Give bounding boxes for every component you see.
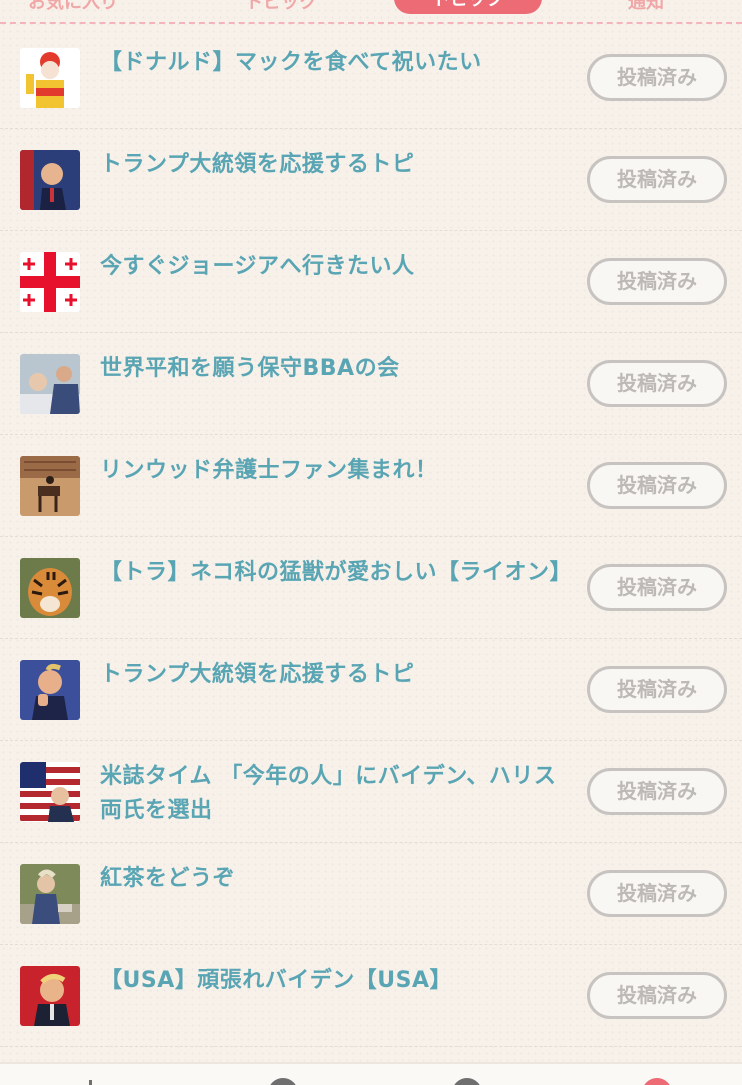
list-item[interactable]: 【ドナルド】マックを食べて祝いたい 投稿済み <box>0 26 742 129</box>
top-tab-bar: お気に入り トピック トピック 通知 <box>0 0 742 24</box>
topic-title[interactable]: 【ドナルド】マックを食べて祝いたい <box>100 46 570 80</box>
list-item[interactable]: 【トラ】ネコ科の猛獣が愛おしい【ライオン】 投稿済み <box>0 536 742 639</box>
posted-button[interactable]: 投稿済み <box>587 156 727 203</box>
horse-rider-photo-image <box>20 456 80 516</box>
topic-title[interactable]: トランプ大統領を応援するトピ <box>100 658 570 692</box>
list-item[interactable]: 紅茶をどうぞ 投稿済み <box>0 842 742 945</box>
posted-button[interactable]: 投稿済み <box>587 564 727 611</box>
topic-title[interactable]: 紅茶をどうぞ <box>100 862 570 896</box>
tab-divider <box>0 22 742 24</box>
posted-button[interactable]: 投稿済み <box>587 360 727 407</box>
topic-title[interactable]: リンウッド弁護士ファン集まれ！ <box>100 454 570 488</box>
garden-photo-image <box>20 864 80 924</box>
list-item[interactable]: 世界平和を願う保守BBAの会 投稿済み <box>0 332 742 435</box>
list-item[interactable]: リンウッド弁護士ファン集まれ！ 投稿済み <box>0 434 742 537</box>
home-icon[interactable] <box>78 1078 104 1085</box>
posted-button[interactable]: 投稿済み <box>587 666 727 713</box>
flag-portrait-photo-image <box>20 762 80 822</box>
portrait-photo-image <box>20 150 80 210</box>
topic-title[interactable]: トランプ大統領を応援するトピ <box>100 148 570 182</box>
clown-mascot-image <box>20 48 80 108</box>
posted-button[interactable]: 投稿済み <box>587 258 727 305</box>
tab-notifications[interactable]: 通知 <box>628 0 664 14</box>
posted-button[interactable]: 投稿済み <box>587 462 727 509</box>
posted-button[interactable]: 投稿済み <box>587 768 727 815</box>
topic-title[interactable]: 今すぐジョージアへ行きたい人 <box>100 250 570 284</box>
meeting-photo-image <box>20 354 80 414</box>
georgia-flag-image <box>20 252 80 312</box>
list-item[interactable]: 米誌タイム 「今年の人」にバイデン、ハリス両氏を選出 投稿済み <box>0 740 742 843</box>
search-icon[interactable] <box>268 1078 298 1085</box>
tiger-photo-image <box>20 558 80 618</box>
notification-icon[interactable] <box>642 1078 672 1085</box>
posted-button[interactable]: 投稿済み <box>587 972 727 1019</box>
posted-button[interactable]: 投稿済み <box>587 54 727 101</box>
list-item[interactable]: トランプ大統領を応援するトピ 投稿済み <box>0 638 742 741</box>
topic-title[interactable]: 【USA】頑張れバイデン【USA】 <box>100 964 570 998</box>
list-item[interactable]: 今すぐジョージアへ行きたい人 投稿済み <box>0 230 742 333</box>
posted-button[interactable]: 投稿済み <box>587 870 727 917</box>
red-background-portrait-image <box>20 966 80 1026</box>
topic-title[interactable]: 米誌タイム 「今年の人」にバイデン、ハリス両氏を選出 <box>100 760 570 828</box>
tab-topics-2[interactable]: トピック <box>245 0 317 14</box>
bottom-nav-bar <box>0 1062 742 1085</box>
topic-title[interactable]: 世界平和を願う保守BBAの会 <box>100 352 570 386</box>
thumbs-up-photo-image <box>20 660 80 720</box>
tab-topics-active[interactable]: トピック <box>394 0 542 14</box>
profile-icon[interactable] <box>452 1078 482 1085</box>
tab-favorites[interactable]: お気に入り <box>28 0 118 14</box>
topic-title[interactable]: 【トラ】ネコ科の猛獣が愛おしい【ライオン】 <box>100 556 572 590</box>
list-item[interactable]: トランプ大統領を応援するトピ 投稿済み <box>0 128 742 231</box>
list-item[interactable]: 【USA】頑張れバイデン【USA】 投稿済み <box>0 944 742 1047</box>
